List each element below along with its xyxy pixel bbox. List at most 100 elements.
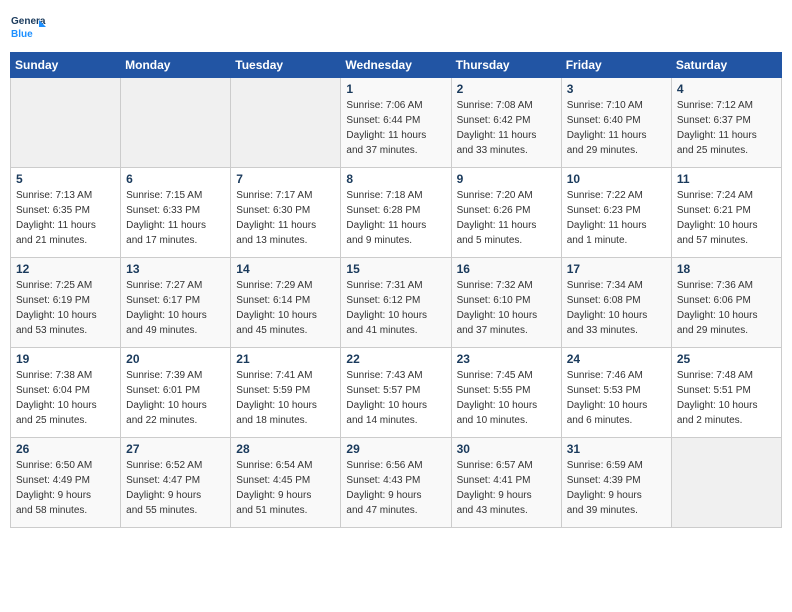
- day-info: Sunrise: 6:54 AM Sunset: 4:45 PM Dayligh…: [236, 458, 335, 518]
- calendar-cell: 5 Sunrise: 7:13 AM Sunset: 6:35 PM Daylig…: [11, 168, 121, 258]
- day-number: 27: [126, 442, 225, 456]
- calendar-cell: 2Sunrise: 7:08 AM Sunset: 6:42 PM Daylig…: [451, 78, 561, 168]
- day-info: Sunrise: 6:52 AM Sunset: 4:47 PM Dayligh…: [126, 458, 225, 518]
- calendar-week-2: 5 Sunrise: 7:13 AM Sunset: 6:35 PM Daylig…: [11, 168, 782, 258]
- day-info: Sunrise: 7:43 AM Sunset: 5:57 PM Dayligh…: [346, 368, 445, 428]
- calendar-cell: 1Sunrise: 7:06 AM Sunset: 6:44 PM Daylig…: [341, 78, 451, 168]
- day-number: 14: [236, 262, 335, 276]
- calendar-cell: 20 Sunrise: 7:39 AM Sunset: 6:01 PM Dayli…: [121, 348, 231, 438]
- day-number: 2: [457, 82, 556, 96]
- day-number: 22: [346, 352, 445, 366]
- svg-text:Blue: Blue: [11, 29, 33, 40]
- calendar-week-5: 26 Sunrise: 6:50 AM Sunset: 4:49 PM Dayli…: [11, 438, 782, 528]
- day-info: Sunrise: 7:31 AM Sunset: 6:12 PM Dayligh…: [346, 278, 445, 338]
- day-info: Sunrise: 7:36 AM Sunset: 6:06 PM Dayligh…: [677, 278, 776, 338]
- calendar-cell: 24Sunrise: 7:46 AM Sunset: 5:53 PM Dayli…: [561, 348, 671, 438]
- day-number: 8: [346, 172, 445, 186]
- day-number: 12: [16, 262, 115, 276]
- day-info: Sunrise: 7:25 AM Sunset: 6:19 PM Dayligh…: [16, 278, 115, 338]
- day-number: 15: [346, 262, 445, 276]
- day-number: 1: [346, 82, 445, 96]
- calendar-cell: 12 Sunrise: 7:25 AM Sunset: 6:19 PM Dayli…: [11, 258, 121, 348]
- calendar-cell: 31 Sunrise: 6:59 AM Sunset: 4:39 PM Dayli…: [561, 438, 671, 528]
- calendar-cell: 29 Sunrise: 6:56 AM Sunset: 4:43 PM Dayli…: [341, 438, 451, 528]
- calendar-table: SundayMondayTuesdayWednesdayThursdayFrid…: [10, 52, 782, 528]
- day-number: 31: [567, 442, 666, 456]
- day-info: Sunrise: 7:15 AM Sunset: 6:33 PM Dayligh…: [126, 188, 225, 248]
- calendar-header-wednesday: Wednesday: [341, 53, 451, 78]
- calendar-cell: 10 Sunrise: 7:22 AM Sunset: 6:23 PM Dayli…: [561, 168, 671, 258]
- day-number: 23: [457, 352, 556, 366]
- calendar-week-3: 12 Sunrise: 7:25 AM Sunset: 6:19 PM Dayli…: [11, 258, 782, 348]
- day-number: 7: [236, 172, 335, 186]
- day-info: Sunrise: 7:17 AM Sunset: 6:30 PM Dayligh…: [236, 188, 335, 248]
- day-number: 20: [126, 352, 225, 366]
- calendar-cell: 18 Sunrise: 7:36 AM Sunset: 6:06 PM Dayli…: [671, 258, 781, 348]
- calendar-cell: 26 Sunrise: 6:50 AM Sunset: 4:49 PM Dayli…: [11, 438, 121, 528]
- calendar-cell: 27 Sunrise: 6:52 AM Sunset: 4:47 PM Dayli…: [121, 438, 231, 528]
- calendar-cell: 28 Sunrise: 6:54 AM Sunset: 4:45 PM Dayli…: [231, 438, 341, 528]
- day-number: 16: [457, 262, 556, 276]
- calendar-cell: 7 Sunrise: 7:17 AM Sunset: 6:30 PM Daylig…: [231, 168, 341, 258]
- day-number: 6: [126, 172, 225, 186]
- calendar-cell: [231, 78, 341, 168]
- day-number: 13: [126, 262, 225, 276]
- day-number: 18: [677, 262, 776, 276]
- day-info: Sunrise: 7:24 AM Sunset: 6:21 PM Dayligh…: [677, 188, 776, 248]
- day-info: Sunrise: 7:39 AM Sunset: 6:01 PM Dayligh…: [126, 368, 225, 428]
- day-info: Sunrise: 7:45 AM Sunset: 5:55 PM Dayligh…: [457, 368, 556, 428]
- calendar-header-friday: Friday: [561, 53, 671, 78]
- calendar-cell: 19 Sunrise: 7:38 AM Sunset: 6:04 PM Dayli…: [11, 348, 121, 438]
- day-number: 26: [16, 442, 115, 456]
- day-number: 9: [457, 172, 556, 186]
- day-number: 3: [567, 82, 666, 96]
- day-info: Sunrise: 7:32 AM Sunset: 6:10 PM Dayligh…: [457, 278, 556, 338]
- day-number: 5: [16, 172, 115, 186]
- calendar-cell: 30Sunrise: 6:57 AM Sunset: 4:41 PM Dayli…: [451, 438, 561, 528]
- calendar-week-4: 19 Sunrise: 7:38 AM Sunset: 6:04 PM Dayli…: [11, 348, 782, 438]
- day-number: 25: [677, 352, 776, 366]
- day-info: Sunrise: 7:20 AM Sunset: 6:26 PM Dayligh…: [457, 188, 556, 248]
- day-number: 29: [346, 442, 445, 456]
- day-number: 21: [236, 352, 335, 366]
- calendar-cell: 8 Sunrise: 7:18 AM Sunset: 6:28 PM Daylig…: [341, 168, 451, 258]
- day-number: 10: [567, 172, 666, 186]
- day-number: 19: [16, 352, 115, 366]
- calendar-cell: 16 Sunrise: 7:32 AM Sunset: 6:10 PM Dayli…: [451, 258, 561, 348]
- calendar-header-sunday: Sunday: [11, 53, 121, 78]
- logo: General Blue: [10, 10, 46, 46]
- day-info: Sunrise: 7:12 AM Sunset: 6:37 PM Dayligh…: [677, 98, 776, 158]
- calendar-header-monday: Monday: [121, 53, 231, 78]
- day-info: Sunrise: 7:13 AM Sunset: 6:35 PM Dayligh…: [16, 188, 115, 248]
- calendar-header-tuesday: Tuesday: [231, 53, 341, 78]
- day-info: Sunrise: 7:34 AM Sunset: 6:08 PM Dayligh…: [567, 278, 666, 338]
- day-number: 17: [567, 262, 666, 276]
- calendar-header-thursday: Thursday: [451, 53, 561, 78]
- logo-icon: General Blue: [10, 10, 46, 46]
- day-number: 11: [677, 172, 776, 186]
- day-number: 4: [677, 82, 776, 96]
- day-info: Sunrise: 7:18 AM Sunset: 6:28 PM Dayligh…: [346, 188, 445, 248]
- day-info: Sunrise: 6:57 AM Sunset: 4:41 PM Dayligh…: [457, 458, 556, 518]
- day-info: Sunrise: 7:38 AM Sunset: 6:04 PM Dayligh…: [16, 368, 115, 428]
- day-info: Sunrise: 6:50 AM Sunset: 4:49 PM Dayligh…: [16, 458, 115, 518]
- calendar-cell: [121, 78, 231, 168]
- calendar-cell: 11 Sunrise: 7:24 AM Sunset: 6:21 PM Dayli…: [671, 168, 781, 258]
- day-info: Sunrise: 7:22 AM Sunset: 6:23 PM Dayligh…: [567, 188, 666, 248]
- day-info: Sunrise: 7:27 AM Sunset: 6:17 PM Dayligh…: [126, 278, 225, 338]
- calendar-cell: 9 Sunrise: 7:20 AM Sunset: 6:26 PM Daylig…: [451, 168, 561, 258]
- day-info: Sunrise: 7:48 AM Sunset: 5:51 PM Dayligh…: [677, 368, 776, 428]
- calendar-cell: 21 Sunrise: 7:41 AM Sunset: 5:59 PM Dayli…: [231, 348, 341, 438]
- day-info: Sunrise: 6:56 AM Sunset: 4:43 PM Dayligh…: [346, 458, 445, 518]
- day-info: Sunrise: 6:59 AM Sunset: 4:39 PM Dayligh…: [567, 458, 666, 518]
- day-info: Sunrise: 7:41 AM Sunset: 5:59 PM Dayligh…: [236, 368, 335, 428]
- calendar-week-1: 1Sunrise: 7:06 AM Sunset: 6:44 PM Daylig…: [11, 78, 782, 168]
- calendar-header-saturday: Saturday: [671, 53, 781, 78]
- day-info: Sunrise: 7:10 AM Sunset: 6:40 PM Dayligh…: [567, 98, 666, 158]
- day-number: 24: [567, 352, 666, 366]
- calendar-cell: 22 Sunrise: 7:43 AM Sunset: 5:57 PM Dayli…: [341, 348, 451, 438]
- calendar-cell: [11, 78, 121, 168]
- day-number: 28: [236, 442, 335, 456]
- calendar-cell: 25 Sunrise: 7:48 AM Sunset: 5:51 PM Dayli…: [671, 348, 781, 438]
- calendar-cell: 4 Sunrise: 7:12 AM Sunset: 6:37 PM Daylig…: [671, 78, 781, 168]
